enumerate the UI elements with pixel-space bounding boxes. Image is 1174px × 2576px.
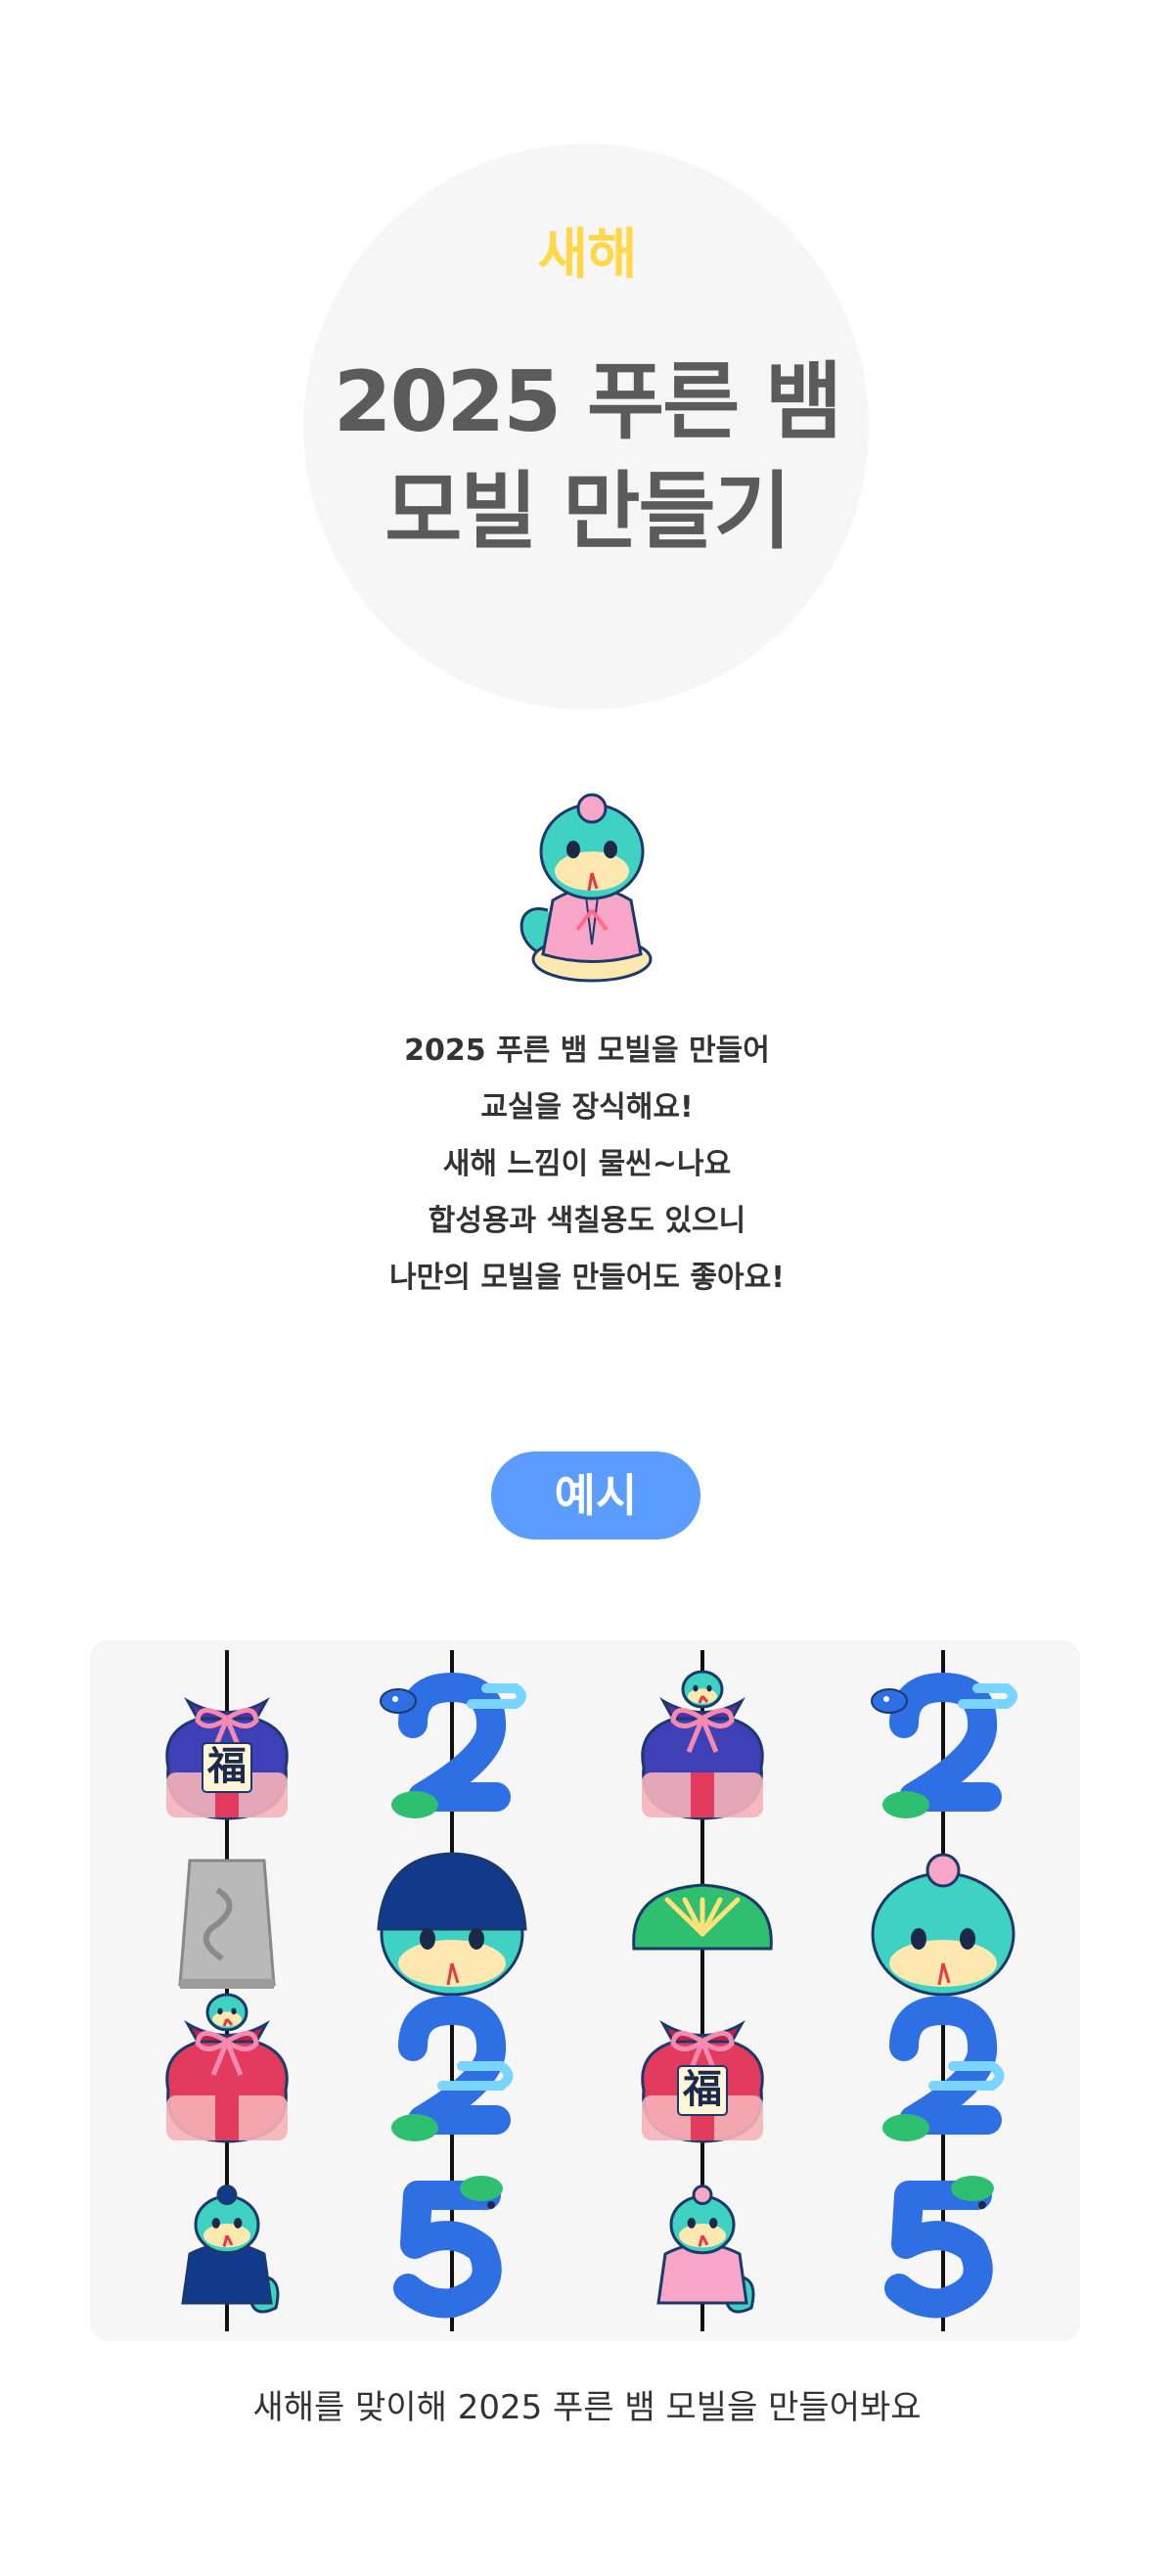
intro-line-4: 합성용과 색칠용도 있으니	[428, 1204, 746, 1238]
intro-description: 2025 푸른 뱀 모빌을 만들어 교실을 장식해요! 새해 느낌이 물씬~나요…	[0, 1023, 1174, 1307]
snake-mascot-illustration	[519, 793, 653, 983]
mobile-charm-number-5-pine	[884, 2176, 994, 2319]
hero-kicker: 새해	[537, 223, 637, 287]
example-badge: 예시	[491, 1451, 700, 1540]
intro-line-3: 새해 느낌이 물씬~나요	[442, 1147, 732, 1181]
example-mobile-panel: 福福	[90, 1640, 1080, 2341]
mobile-charm-number-2-cloud	[391, 1996, 514, 2141]
mobile-charm-number-5-pine	[393, 2176, 503, 2319]
mobile-charm-number-2-cloud	[882, 1996, 1005, 2141]
title-line-1: 2025 푸른 뱀	[333, 353, 843, 451]
mobile-charm-snake-face-navy-hat	[377, 1852, 527, 1997]
example-caption: 새해를 맞이해 2025 푸른 뱀 모빌을 만들어봐요	[252, 2388, 922, 2427]
mobile-charm-bronze-bell	[178, 1859, 276, 1989]
mobile-charm-snake-pink-hanbok	[656, 2185, 755, 2314]
fortune-label: 福	[682, 2067, 722, 2112]
intro-line-1: 2025 푸른 뱀 모빌을 만들어	[404, 1034, 770, 1068]
mobile-charm-pouch-purple-snake	[641, 1670, 764, 1820]
mobile-charm-pouch-red-snake	[165, 1993, 289, 2143]
mobile-charm-snake-navy-hanbok	[181, 2185, 280, 2314]
mobile-charm-pine-tree	[632, 1883, 773, 1951]
intro-line-2: 교실을 장식해요!	[480, 1090, 694, 1125]
intro-line-5: 나만의 모빌을 만들어도 좋아요!	[389, 1261, 785, 1295]
mobile-illustration: 福福	[165, 1650, 1017, 2331]
mobile-charm-snake-face-teal	[871, 1853, 1016, 1997]
page-title: 2025 푸른 뱀 모빌 만들기	[0, 347, 1174, 567]
mobile-charm-fortune-pouch-red: 福	[641, 2020, 764, 2143]
fortune-label: 福	[206, 1744, 247, 1789]
mobile-charm-fortune-pouch-purple: 福	[165, 1697, 289, 1820]
title-line-2: 모빌 만들기	[384, 463, 791, 561]
